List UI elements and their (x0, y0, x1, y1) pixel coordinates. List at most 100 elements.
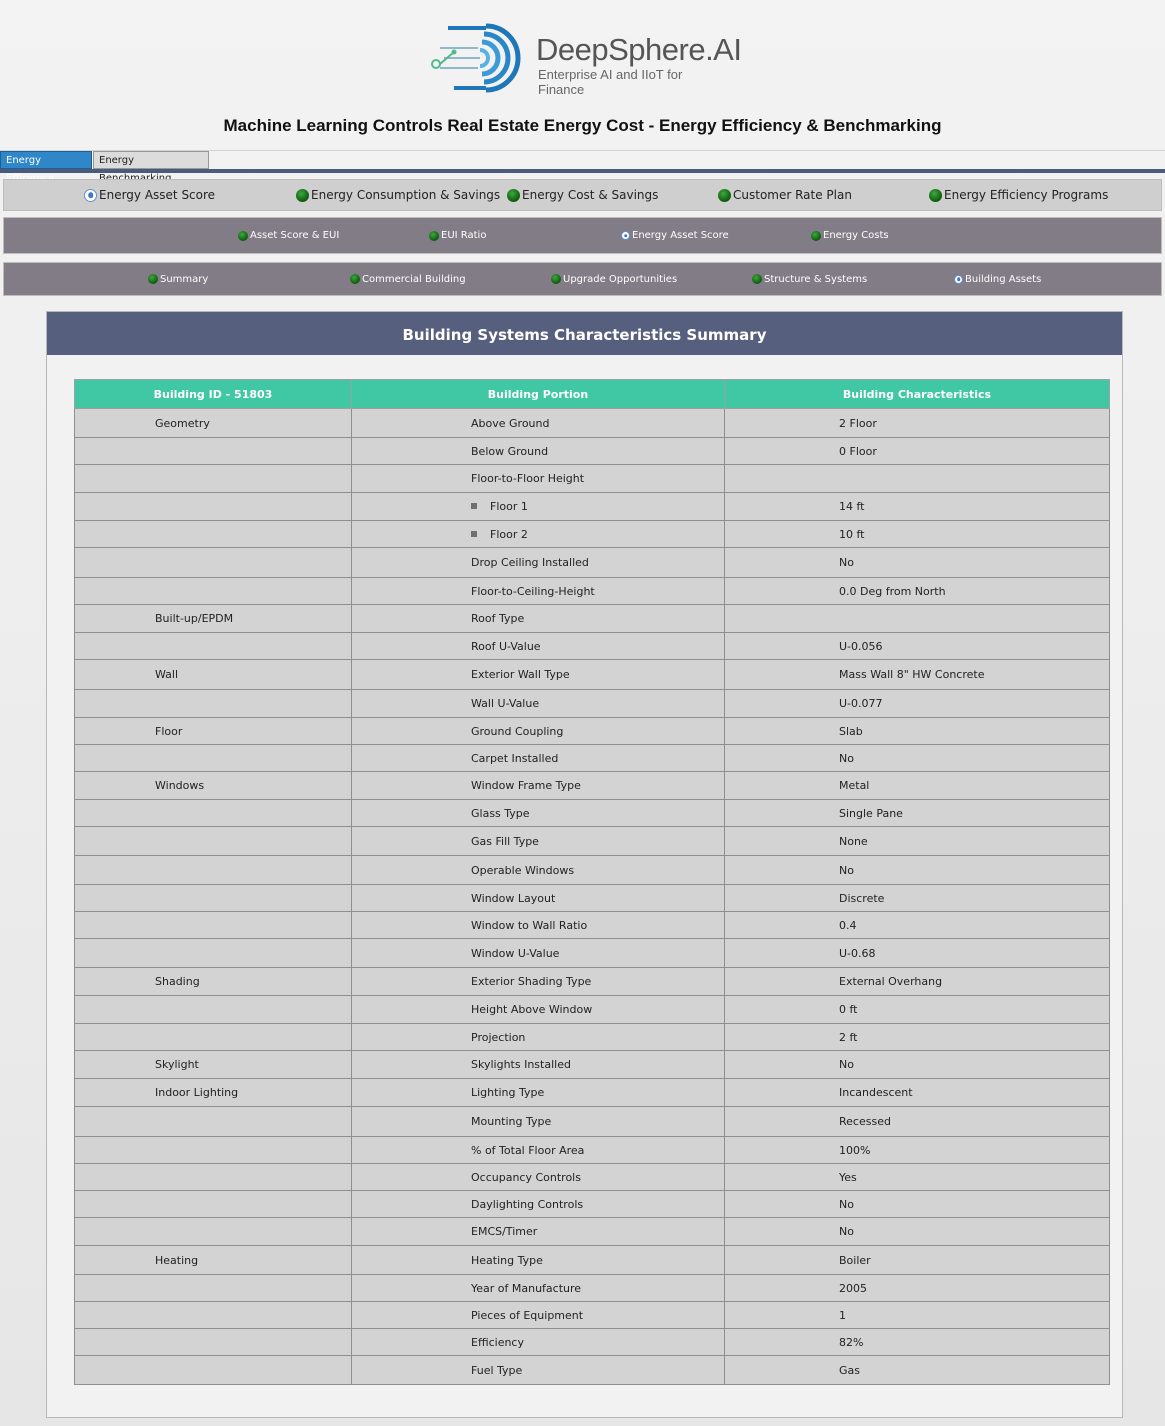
portion-label: Floor 2 (490, 527, 528, 541)
portion-label: Lighting Type (471, 1086, 545, 1099)
table-row: Wall U-Value U-0.077 (74, 689, 1110, 718)
page-header: DeepSphere.AI Enterprise AI and IIoT for… (0, 0, 1165, 110)
category-cell (74, 1274, 352, 1302)
portion-cell: Window Frame Type (351, 771, 725, 800)
nav-building-assets[interactable]: Building Assets (954, 263, 1041, 295)
characteristic-cell: No (724, 547, 1110, 578)
nav-label: Customer Rate Plan (733, 188, 852, 202)
nav-commercial-building[interactable]: Commercial Building (350, 263, 466, 295)
portion-cell: Roof Type (351, 604, 725, 633)
table-row: Window Layout Discrete (74, 884, 1110, 912)
green-dot-icon (296, 188, 309, 202)
portion-label: Window Layout (471, 891, 556, 905)
main-tabs: Energy Efficiency Energy Benchmarking (0, 150, 1165, 184)
nav-energy-efficiency-programs[interactable]: Energy Efficiency Programs (929, 180, 1108, 210)
table-row: Below Ground 0 Floor (74, 437, 1110, 465)
portion-label: Floor-to-Ceiling-Height (471, 584, 595, 598)
portion-cell: Occupancy Controls (351, 1163, 725, 1191)
category-cell (74, 855, 352, 885)
square-bullet-icon (471, 530, 477, 537)
nav-label: Energy Asset Score (632, 230, 729, 241)
nav-label: Upgrade Opportunities (563, 273, 678, 285)
green-dot-icon (929, 188, 942, 202)
tab-energy-efficiency[interactable]: Energy Efficiency (0, 151, 92, 184)
characteristic-cell: Boiler (724, 1245, 1110, 1275)
category-cell: Geometry (74, 408, 352, 438)
category-cell (74, 1190, 352, 1218)
category-cell (74, 1355, 352, 1385)
portion-label: Exterior Wall Type (471, 668, 570, 681)
nav-sub-energy-asset-score[interactable]: Energy Asset Score (621, 218, 729, 253)
nav-summary[interactable]: Summary (148, 263, 208, 295)
characteristic-cell: 2 Floor (724, 408, 1110, 438)
characteristic-cell: External Overhang (724, 967, 1110, 996)
nav-energy-costs[interactable]: Energy Costs (811, 218, 889, 253)
category-cell (74, 826, 352, 856)
portion-cell: Gas Fill Type (351, 826, 725, 856)
portion-label: Floor 1 (490, 500, 528, 513)
nav-upgrade-opportunities[interactable]: Upgrade Opportunities (551, 263, 677, 295)
characteristic-cell: 10 ft (724, 520, 1110, 548)
nav-eui-ratio[interactable]: EUI Ratio (429, 218, 486, 253)
portion-cell: Window U-Value (351, 938, 725, 968)
column-header: Building Portion (351, 379, 725, 409)
table-row: Floor 1 14 ft (74, 492, 1110, 521)
nav-energy-consumption-savings[interactable]: Energy Consumption & Savings (296, 180, 500, 210)
nav-customer-rate-plan[interactable]: Customer Rate Plan (718, 180, 852, 210)
portion-cell: Lighting Type (351, 1078, 725, 1107)
characteristic-cell: 14 ft (724, 492, 1110, 521)
table-row: Daylighting Controls No (74, 1190, 1110, 1218)
portion-label: Ground Coupling (471, 724, 564, 738)
category-cell: Shading (74, 967, 352, 996)
table-row: Indoor Lighting Lighting Type Incandescent (74, 1078, 1110, 1107)
category-cell (74, 744, 352, 772)
portion-cell: Efficiency (351, 1328, 725, 1356)
portion-cell: Exterior Shading Type (351, 967, 725, 996)
radio-selected-icon (84, 188, 97, 202)
characteristic-cell (724, 464, 1110, 493)
portion-label: Efficiency (471, 1335, 524, 1349)
table-header-row: Building ID - 51803 Building Portion Bui… (74, 379, 1110, 409)
nav-energy-asset-score[interactable]: Energy Asset Score (84, 180, 215, 210)
characteristic-cell: U-0.056 (724, 632, 1110, 660)
category-cell: Indoor Lighting (74, 1078, 352, 1107)
portion-label: Mounting Type (471, 1115, 552, 1128)
portion-label: Skylights Installed (471, 1058, 571, 1071)
portion-cell: Fuel Type (351, 1355, 725, 1385)
table-row: Shading Exterior Shading Type External Ove… (74, 967, 1110, 996)
portion-label: Height Above Window (471, 1003, 593, 1016)
table-row: Wall Exterior Wall Type Mass Wall 8" HW Co… (74, 659, 1110, 690)
table-row: EMCS/Timer No (74, 1217, 1110, 1246)
category-cell (74, 1136, 352, 1164)
tertiary-nav: Summary Commercial Building Upgrade Oppo… (3, 262, 1162, 296)
nav-energy-cost-savings[interactable]: Energy Cost & Savings (507, 180, 658, 210)
nav-label: Energy Cost & Savings (522, 188, 659, 202)
table-row: Heating Heating Type Boiler (74, 1245, 1110, 1275)
table-row: Gas Fill Type None (74, 826, 1110, 856)
portion-label: Carpet Installed (471, 751, 559, 765)
nav-structure-systems[interactable]: Structure & Systems (752, 263, 867, 295)
nav-label: Asset Score & EUI (250, 230, 340, 241)
table-row: Pieces of Equipment 1 (74, 1301, 1110, 1329)
table-row: Drop Ceiling Installed No (74, 547, 1110, 578)
portion-label: Gas Fill Type (471, 834, 539, 848)
table-row: Efficiency 82% (74, 1328, 1110, 1356)
panel-title: Building Systems Characteristics Summary (47, 312, 1122, 355)
table-row: Window to Wall Ratio 0.4 (74, 911, 1110, 939)
characteristic-cell: 0.0 Deg from North (724, 577, 1110, 605)
characteristic-cell: 100% (724, 1136, 1110, 1164)
category-cell (74, 938, 352, 968)
category-cell (74, 577, 352, 605)
portion-cell: Exterior Wall Type (351, 659, 725, 690)
category-cell: Floor (74, 717, 352, 745)
category-cell (74, 911, 352, 939)
characteristic-cell: No (724, 744, 1110, 772)
nav-asset-score-eui[interactable]: Asset Score & EUI (238, 218, 339, 253)
table-row: % of Total Floor Area 100% (74, 1136, 1110, 1164)
nav-label: Energy Asset Score (99, 188, 216, 202)
tab-energy-benchmarking[interactable]: Energy Benchmarking (93, 151, 209, 184)
category-cell: Wall (74, 659, 352, 690)
portion-label: EMCS/Timer (471, 1225, 538, 1238)
portion-label: Glass Type (471, 806, 530, 820)
characteristic-cell: Gas (724, 1355, 1110, 1385)
